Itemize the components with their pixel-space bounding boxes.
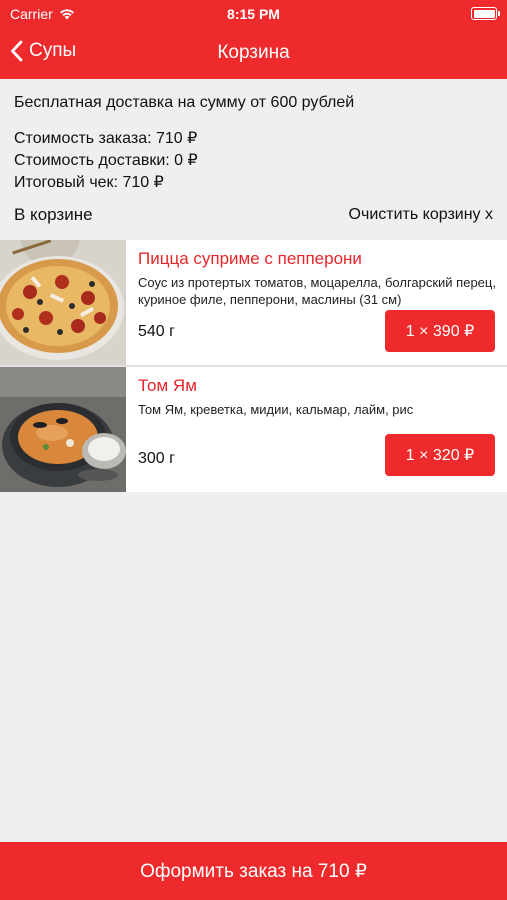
free-delivery-promo: Бесплатная доставка на сумму от 600 рубл… [14, 94, 355, 111]
cart-header: В корзине Очистить корзину x [14, 205, 493, 229]
item-description: Том Ям, креветка, мидии, кальмар, лайм, … [138, 402, 414, 417]
quantity-price-button[interactable]: 1 × 390 ₽ [385, 310, 495, 352]
cart-item: Том Ям Том Ям, креветка, мидии, кальмар,… [0, 367, 507, 492]
product-image-tom-yum[interactable] [0, 367, 126, 492]
status-bar: Carrier 8:15 PM [0, 0, 507, 28]
status-time: 8:15 PM [227, 6, 280, 22]
item-weight: 300 г [138, 450, 175, 467]
delivery-cost: Стоимость доставки: 0 ₽ [14, 152, 198, 169]
item-name: Пицца суприме с пепперони [138, 249, 362, 268]
page-title: Корзина [217, 42, 290, 63]
order-cost: Стоимость заказа: 710 ₽ [14, 130, 198, 147]
product-image-pizza[interactable] [0, 240, 126, 365]
quantity-price-button[interactable]: 1 × 320 ₽ [385, 434, 495, 476]
item-weight: 540 г [138, 323, 175, 340]
checkout-button[interactable]: Оформить заказ на 710 ₽ [0, 842, 507, 900]
item-name: Том Ям [138, 376, 197, 395]
cart-item: Пицца суприме с пепперони Соус из протер… [0, 240, 507, 365]
clear-cart-button[interactable]: Очистить корзину x [349, 206, 493, 224]
order-summary: Бесплатная доставка на сумму от 600 рубл… [14, 92, 354, 194]
cart-label: В корзине [14, 205, 93, 224]
item-description: Соус из протертых томатов, моцарелла, бо… [138, 275, 496, 307]
total-check: Итоговый чек: 710 ₽ [14, 174, 164, 191]
battery-icon [471, 7, 500, 20]
navigation-bar: Супы Корзина [0, 28, 507, 78]
top-bar: Carrier 8:15 PM Супы Корзина [0, 0, 507, 79]
